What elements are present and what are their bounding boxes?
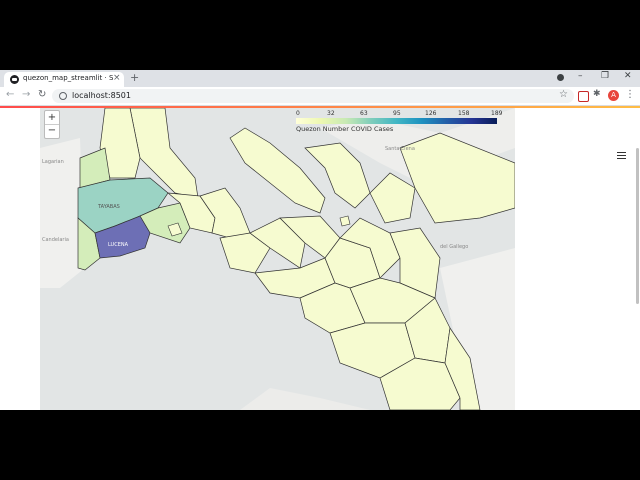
- pocket-extension-icon[interactable]: [578, 91, 589, 102]
- label-del-gallego: del Gallego: [440, 244, 468, 250]
- municipality-polillo-peninsula: [229, 127, 326, 214]
- legend-tick: 95: [393, 110, 401, 117]
- legend-tick: 0: [296, 110, 300, 117]
- legend-tick: 32: [327, 110, 335, 117]
- forward-arrow-icon[interactable]: →: [22, 89, 30, 100]
- minimize-button[interactable]: –: [578, 71, 583, 81]
- label-santa-elena: Santa Elena: [385, 146, 415, 152]
- label-west-town: Lagarian: [42, 159, 64, 165]
- quezon-municipalities: [77, 108, 515, 410]
- map-canvas[interactable]: Lagarian Candelaria Santa Elena del Gall…: [40, 108, 515, 410]
- media-record-icon[interactable]: [557, 74, 564, 81]
- legend-tick: 63: [360, 110, 368, 117]
- browser-menu-icon[interactable]: ⋮: [625, 89, 635, 100]
- basemap-land-south: [240, 388, 370, 410]
- zoom-out-button[interactable]: −: [45, 124, 59, 137]
- legend-color-scale: [296, 118, 497, 124]
- legend-tick: 126: [425, 110, 437, 117]
- hamburger-line: [617, 155, 626, 156]
- legend-title: Quezon Number COVID Cases: [296, 125, 394, 133]
- choropleth-map[interactable]: Lagarian Candelaria Santa Elena del Gall…: [40, 108, 515, 410]
- municipality-northeast-2: [369, 172, 416, 224]
- zoom-control: + −: [44, 110, 60, 139]
- back-arrow-icon[interactable]: ←: [6, 89, 14, 100]
- zoom-in-button[interactable]: +: [45, 111, 59, 125]
- hamburger-menu-icon[interactable]: [617, 152, 626, 159]
- reload-icon[interactable]: ↻: [38, 89, 46, 100]
- hamburger-line: [617, 152, 626, 153]
- legend-tick: 189: [491, 110, 503, 117]
- tab-close-button[interactable]: ×: [113, 73, 121, 83]
- tab-title: quezon_map_streamlit · Streamlit: [23, 74, 113, 82]
- tab-strip: quezon_map_streamlit · Streamlit × + – ❐…: [0, 70, 640, 87]
- extensions-puzzle-icon[interactable]: ✱: [593, 89, 601, 99]
- browser-toolbar: ← → ↻ localhost:8501 ☆: [0, 87, 640, 106]
- hamburger-line: [617, 158, 626, 159]
- label-lucena: LUCENA: [108, 242, 129, 248]
- color-legend: 0 32 63 95 126 158 189 Quezon Number COV…: [296, 110, 502, 134]
- bookmark-star-icon[interactable]: ☆: [559, 89, 568, 100]
- legend-tick: 158: [458, 110, 470, 117]
- new-tab-button[interactable]: +: [130, 71, 139, 84]
- streamlit-page: Lagarian Candelaria Santa Elena del Gall…: [0, 108, 640, 410]
- site-info-icon[interactable]: [59, 92, 67, 100]
- close-window-button[interactable]: ✕: [624, 71, 632, 81]
- island-2: [339, 215, 351, 227]
- profile-avatar[interactable]: A: [608, 90, 619, 101]
- label-tayabas: TAYABAS: [97, 204, 120, 210]
- address-bar[interactable]: localhost:8501 ☆: [52, 89, 574, 103]
- legend-ticks: 0 32 63 95 126 158 189: [296, 110, 502, 118]
- url-text[interactable]: localhost:8501: [72, 91, 131, 100]
- maximize-button[interactable]: ❐: [601, 71, 609, 81]
- browser-window: quezon_map_streamlit · Streamlit × + – ❐…: [0, 70, 640, 410]
- streamlit-favicon-icon: [10, 75, 19, 84]
- page-scrollbar[interactable]: [636, 148, 639, 304]
- label-candelaria: Candelaria: [42, 237, 69, 243]
- active-tab[interactable]: quezon_map_streamlit · Streamlit ×: [4, 72, 124, 87]
